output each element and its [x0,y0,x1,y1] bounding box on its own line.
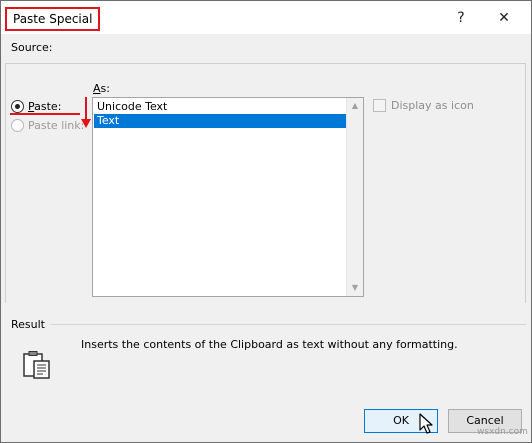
paste-special-dialog: Paste Special ? ✕ Source: Paste: Paste l… [0,0,532,443]
dialog-title: Paste Special [5,7,101,31]
title-bar: Paste Special ? ✕ [1,1,531,34]
as-label: As: [93,82,110,95]
result-label: Result [11,318,45,331]
display-as-icon-option: Display as icon [373,99,474,112]
annotation-arrow-head [81,119,91,128]
mouse-pointer-icon [419,413,433,434]
scroll-up-arrow-icon[interactable]: ▲ [347,98,363,114]
scroll-down-arrow-icon[interactable]: ▼ [347,280,363,296]
list-item-unicode-text[interactable]: Unicode Text [94,100,346,114]
as-format-listbox[interactable]: Unicode Text Text ▲ ▼ [92,97,364,297]
list-item-text[interactable]: Text [94,114,346,128]
paste-link-radio-button [11,118,24,132]
paste-radio-button[interactable] [11,99,24,113]
annotation-underline [10,113,80,115]
clipboard-icon [23,351,50,379]
display-as-icon-checkbox [373,99,386,112]
watermark-text: wsxdn.com [477,427,528,437]
paste-link-radio-option: Paste link: [11,117,84,133]
paste-radio-label[interactable]: Paste: [28,100,61,113]
source-label: Source: [11,41,53,54]
result-description: Inserts the contents of the Clipboard as… [81,338,458,351]
listbox-scrollbar[interactable]: ▲ ▼ [346,98,363,296]
result-divider [51,324,526,325]
close-button[interactable]: ✕ [491,6,517,30]
paste-link-radio-label: Paste link: [28,118,85,132]
display-as-icon-label: Display as icon [391,99,474,112]
help-button[interactable]: ? [448,6,474,30]
paste-radio-option[interactable]: Paste: [11,98,61,114]
